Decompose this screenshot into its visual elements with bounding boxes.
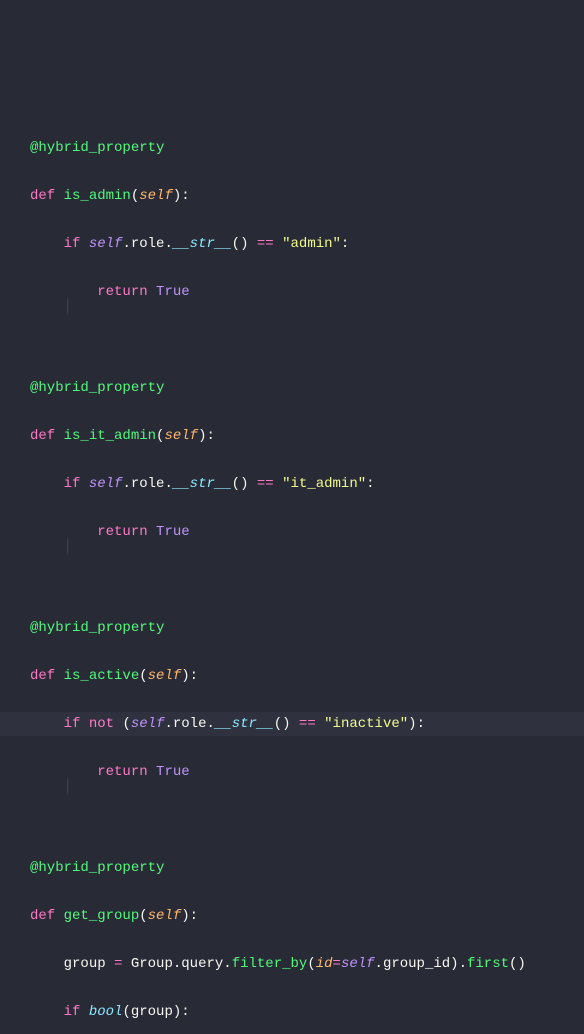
keyword-def: def bbox=[30, 188, 55, 204]
keyword-not: not bbox=[89, 716, 114, 732]
bool-literal: True bbox=[156, 284, 190, 300]
code-line: @hybrid_property bbox=[0, 616, 584, 640]
keyword-return: return bbox=[97, 284, 147, 300]
bool-literal: True bbox=[156, 524, 190, 540]
decorator: @hybrid_property bbox=[30, 380, 164, 396]
keyword-def: def bbox=[30, 428, 55, 444]
code-line: @hybrid_property bbox=[0, 376, 584, 400]
code-editor[interactable]: @hybrid_property def is_admin(self): if … bbox=[0, 96, 584, 1034]
code-line: @hybrid_property bbox=[0, 856, 584, 880]
code-line: return True bbox=[0, 520, 584, 544]
code-line: def is_admin(self): bbox=[0, 184, 584, 208]
function-name: is_active bbox=[64, 668, 140, 684]
dunder-str: __str__ bbox=[173, 476, 232, 492]
keyword-arg: id bbox=[316, 956, 333, 972]
code-line: return True bbox=[0, 760, 584, 784]
method-call: first bbox=[467, 956, 509, 972]
decorator: @hybrid_property bbox=[30, 140, 164, 156]
code-line: group = Group.query.filter_by(id=self.gr… bbox=[0, 952, 584, 976]
code-line: def is_it_admin(self): bbox=[0, 424, 584, 448]
string-literal: "admin" bbox=[282, 236, 341, 252]
self-ref: self bbox=[131, 716, 165, 732]
self-ref: self bbox=[341, 956, 375, 972]
dunder-str: __str__ bbox=[173, 236, 232, 252]
blank-line bbox=[0, 808, 584, 832]
string-literal: "inactive" bbox=[324, 716, 408, 732]
keyword-return: return bbox=[97, 524, 147, 540]
keyword-return: return bbox=[97, 764, 147, 780]
code-line-highlighted: if not (self.role.__str__() == "inactive… bbox=[0, 712, 584, 736]
keyword-if: if bbox=[64, 236, 81, 252]
bool-literal: True bbox=[156, 764, 190, 780]
keyword-if: if bbox=[64, 716, 81, 732]
code-line: if bool(group): bbox=[0, 1000, 584, 1024]
param-self: self bbox=[148, 908, 182, 924]
code-line: if self.role.__str__() == "it_admin": bbox=[0, 472, 584, 496]
decorator: @hybrid_property bbox=[30, 860, 164, 876]
keyword-def: def bbox=[30, 908, 55, 924]
builtin-bool: bool bbox=[89, 1004, 123, 1020]
code-line: def is_active(self): bbox=[0, 664, 584, 688]
code-line: @hybrid_property bbox=[0, 136, 584, 160]
code-line: if self.role.__str__() == "admin": bbox=[0, 232, 584, 256]
keyword-if: if bbox=[64, 1004, 81, 1020]
function-name: get_group bbox=[64, 908, 140, 924]
code-line: return True bbox=[0, 280, 584, 304]
code-line: def get_group(self): bbox=[0, 904, 584, 928]
param-self: self bbox=[139, 188, 173, 204]
keyword-if: if bbox=[64, 476, 81, 492]
method-call: filter_by bbox=[232, 956, 308, 972]
blank-line bbox=[0, 568, 584, 592]
self-ref: self bbox=[89, 236, 123, 252]
self-ref: self bbox=[89, 476, 123, 492]
dunder-str: __str__ bbox=[215, 716, 274, 732]
param-self: self bbox=[148, 668, 182, 684]
string-literal: "it_admin" bbox=[282, 476, 366, 492]
function-name: is_admin bbox=[64, 188, 131, 204]
function-name: is_it_admin bbox=[64, 428, 156, 444]
keyword-def: def bbox=[30, 668, 55, 684]
blank-line bbox=[0, 328, 584, 352]
decorator: @hybrid_property bbox=[30, 620, 164, 636]
param-self: self bbox=[164, 428, 198, 444]
